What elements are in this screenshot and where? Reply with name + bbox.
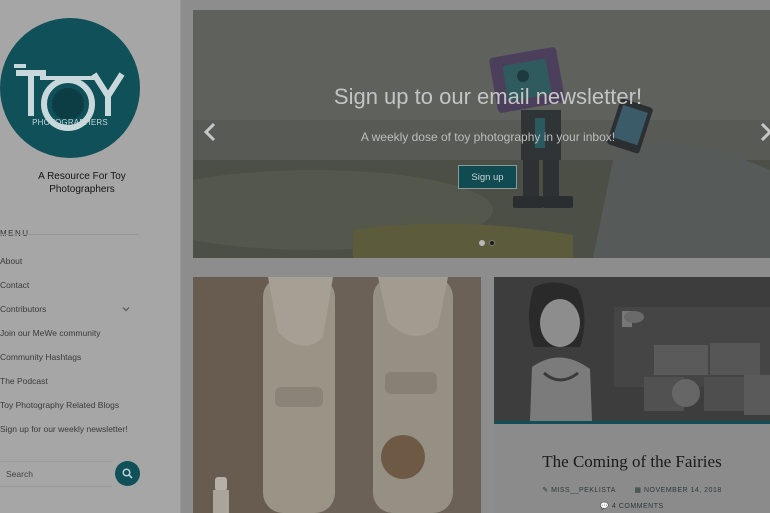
- search-icon: [122, 468, 133, 479]
- sidebar-item-about[interactable]: About: [0, 252, 140, 270]
- post-comments[interactable]: 💬 4 COMMENTS: [494, 502, 770, 510]
- sidebar-item-label: Join our MeWe community: [0, 328, 101, 338]
- slider-next-icon[interactable]: [759, 122, 770, 147]
- sidebar-item-contact[interactable]: Contact: [0, 276, 140, 294]
- hero-subtitle: A weekly dose of toy photography in your…: [360, 130, 616, 144]
- slider-dot-1[interactable]: [479, 240, 485, 246]
- site-tagline: A Resource For Toy Photographers: [38, 171, 126, 195]
- site-logo[interactable]: PHOTOGRAPHERS: [0, 18, 140, 158]
- search-button[interactable]: [115, 461, 140, 486]
- comment-count[interactable]: 4 COMMENTS: [612, 503, 664, 510]
- sidebar-item-label: Toy Photography Related Blogs: [0, 400, 120, 410]
- post-card-1[interactable]: [193, 277, 481, 513]
- comment-icon: 💬: [600, 503, 610, 510]
- post-title[interactable]: The Coming of the Fairies: [494, 452, 770, 472]
- sidebar-item-label: The Podcast: [0, 376, 48, 386]
- search-box: [0, 461, 112, 487]
- post-image-stormtrooper: [193, 277, 481, 513]
- sidebar-item-related-blogs[interactable]: Toy Photography Related Blogs: [0, 396, 140, 414]
- sidebar: PHOTOGRAPHERS A Resource For Toy Photogr…: [0, 0, 180, 513]
- sidebar-item-contributors[interactable]: Contributors: [0, 300, 140, 318]
- hero-slider: Sign up to our email newsletter! A weekl…: [193, 10, 770, 258]
- sidebar-item-label: About: [0, 256, 23, 266]
- chevron-down-icon[interactable]: [122, 300, 130, 318]
- slider-prev-icon[interactable]: [203, 122, 217, 147]
- signup-button[interactable]: Sign up: [458, 165, 517, 189]
- hero-title: Sign up to our email newsletter!: [333, 84, 643, 109]
- post-meta: ✎ MISS__PEKLISTA ▦ NOVEMBER 14, 2018: [494, 486, 770, 494]
- search-input[interactable]: [6, 466, 106, 482]
- calendar-icon: ▦: [634, 487, 642, 494]
- post-image-fairies[interactable]: [494, 277, 770, 421]
- sidebar-item-label: Contact: [0, 280, 30, 290]
- menu-divider: [0, 234, 138, 235]
- sidebar-item-newsletter[interactable]: Sign up for our weekly newsletter!: [0, 420, 140, 438]
- sidebar-item-label: Sign up for our weekly newsletter!: [0, 424, 128, 434]
- sidebar-item-hashtags[interactable]: Community Hashtags: [0, 348, 140, 366]
- sidebar-item-podcast[interactable]: The Podcast: [0, 372, 140, 390]
- post-author[interactable]: MISS__PEKLISTA: [551, 487, 615, 494]
- post-body: The Coming of the Fairies ✎ MISS__PEKLIS…: [494, 424, 770, 513]
- sidebar-item-label: Community Hashtags: [0, 352, 82, 362]
- post-date: NOVEMBER 14, 2018: [644, 487, 722, 494]
- slider-dot-2[interactable]: [489, 240, 495, 246]
- author-icon: ✎: [542, 487, 549, 494]
- logo-subtext: PHOTOGRAPHERS: [32, 118, 108, 127]
- camera-logo-icon: [14, 64, 125, 131]
- sidebar-item-mewe[interactable]: Join our MeWe community: [0, 324, 140, 342]
- post-card-2[interactable]: The Coming of the Fairies ✎ MISS__PEKLIS…: [494, 277, 770, 513]
- sidebar-item-label: Contributors: [0, 304, 47, 314]
